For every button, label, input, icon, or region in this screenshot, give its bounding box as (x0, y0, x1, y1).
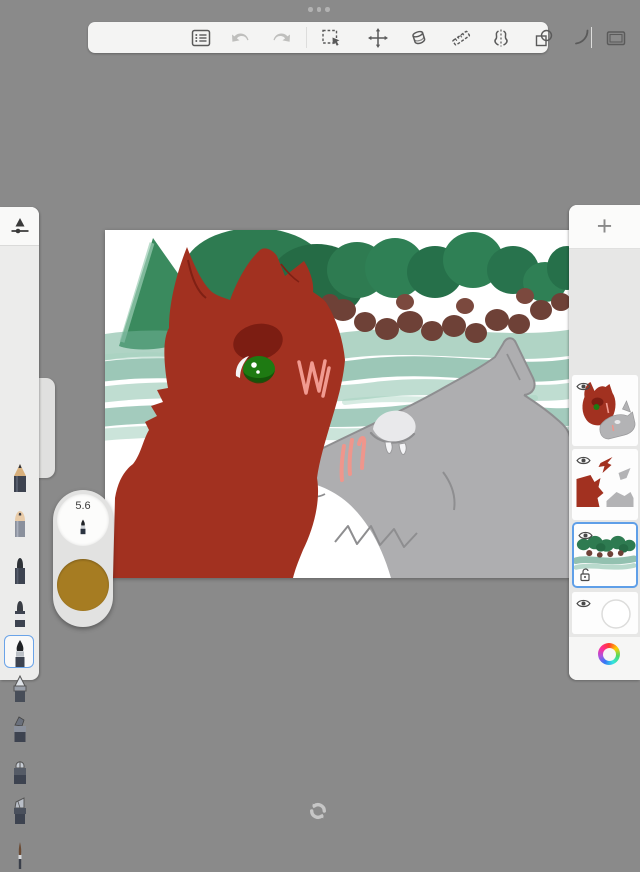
layer-unlock-icon[interactable] (579, 567, 591, 582)
layer-visibility-eye-icon[interactable] (576, 596, 591, 607)
layer-thumbnail-3-selected[interactable] (572, 522, 638, 588)
fill-tool-button[interactable] (402, 22, 436, 53)
layers-panel: + (569, 205, 640, 680)
layer-thumbnail-1[interactable] (572, 375, 638, 446)
layer-visibility-eye-icon[interactable] (578, 528, 593, 539)
marquee-select-icon (319, 26, 343, 50)
tool-soft-pencil[interactable] (0, 505, 39, 539)
ruler-tool-button[interactable] (444, 22, 478, 53)
brush-size-control[interactable]: 5.6 (57, 494, 109, 546)
current-color-swatch[interactable] (57, 559, 109, 611)
menu-button[interactable] (184, 22, 218, 53)
brush-sidebar (0, 207, 39, 680)
pencil-icon (9, 462, 31, 492)
ruler-icon (449, 26, 473, 50)
redo-button[interactable] (264, 22, 298, 53)
brush-size-value: 5.6 (75, 500, 90, 512)
round-brush-icon (77, 513, 89, 539)
brush-settings-button[interactable] (0, 207, 39, 246)
brush-settings-icon (8, 214, 32, 238)
add-layer-button[interactable]: + (569, 205, 640, 249)
round-brush-icon (9, 637, 31, 667)
cone-tool-icon (9, 672, 31, 702)
soft-pencil-icon (9, 507, 31, 537)
undo-button[interactable] (224, 22, 258, 53)
toolbar-divider (306, 27, 307, 48)
rotate-canvas-icon (308, 801, 328, 821)
move-arrows-icon (366, 26, 390, 50)
curve-tool-button[interactable] (565, 22, 599, 53)
layers-panel-footer (569, 637, 640, 680)
undo-arrow-icon (229, 26, 253, 50)
tool-round-brush[interactable] (0, 635, 39, 669)
redo-arrow-icon (269, 26, 293, 50)
tool-chalk-marker[interactable] (0, 595, 39, 629)
paint-bucket-icon (407, 26, 431, 50)
marker-icon (9, 554, 31, 584)
wide-brush-icon (9, 754, 31, 784)
tool-wide-brush[interactable] (0, 752, 39, 786)
top-toolbar (88, 22, 548, 53)
symmetry-icon (489, 26, 513, 50)
tool-fine-liner[interactable] (0, 838, 39, 872)
symmetry-tool-button[interactable] (484, 22, 518, 53)
flat-marker-icon (9, 712, 31, 742)
shapes-tool-button[interactable] (527, 22, 561, 53)
drag-handle-dots-icon[interactable] (308, 7, 336, 13)
drawing-canvas[interactable] (105, 230, 570, 578)
canvas-artwork (105, 230, 570, 578)
add-layer-label: + (597, 211, 613, 242)
shapes-icon (532, 26, 556, 50)
tool-angled-brush[interactable] (0, 792, 39, 826)
canvas-format-button[interactable] (599, 22, 633, 53)
angled-brush-icon (9, 794, 31, 824)
layer-visibility-eye-icon[interactable] (576, 379, 591, 390)
tool-pencil[interactable] (0, 460, 39, 494)
layer-visibility-eye-icon[interactable] (576, 453, 591, 464)
brush-size-popup: 5.6 (53, 490, 113, 627)
frame-icon (604, 26, 628, 50)
move-tool-button[interactable] (361, 22, 395, 53)
color-wheel-icon[interactable] (598, 643, 620, 665)
layer-thumbnail-2[interactable] (572, 449, 638, 520)
list-icon (189, 26, 213, 50)
layer-thumbnail-4[interactable] (572, 592, 638, 634)
fine-liner-icon (9, 840, 31, 870)
tool-marker[interactable] (0, 552, 39, 586)
select-tool-button[interactable] (314, 22, 348, 53)
drawing-app-window: { "window": { "background_color": "#8a8a… (0, 0, 640, 853)
chalk-marker-icon (9, 597, 31, 627)
rotate-canvas-button[interactable] (308, 801, 328, 821)
tool-flat-marker[interactable] (0, 710, 39, 744)
toolbar-divider (591, 27, 592, 48)
tool-smudge-cone[interactable] (0, 670, 39, 704)
